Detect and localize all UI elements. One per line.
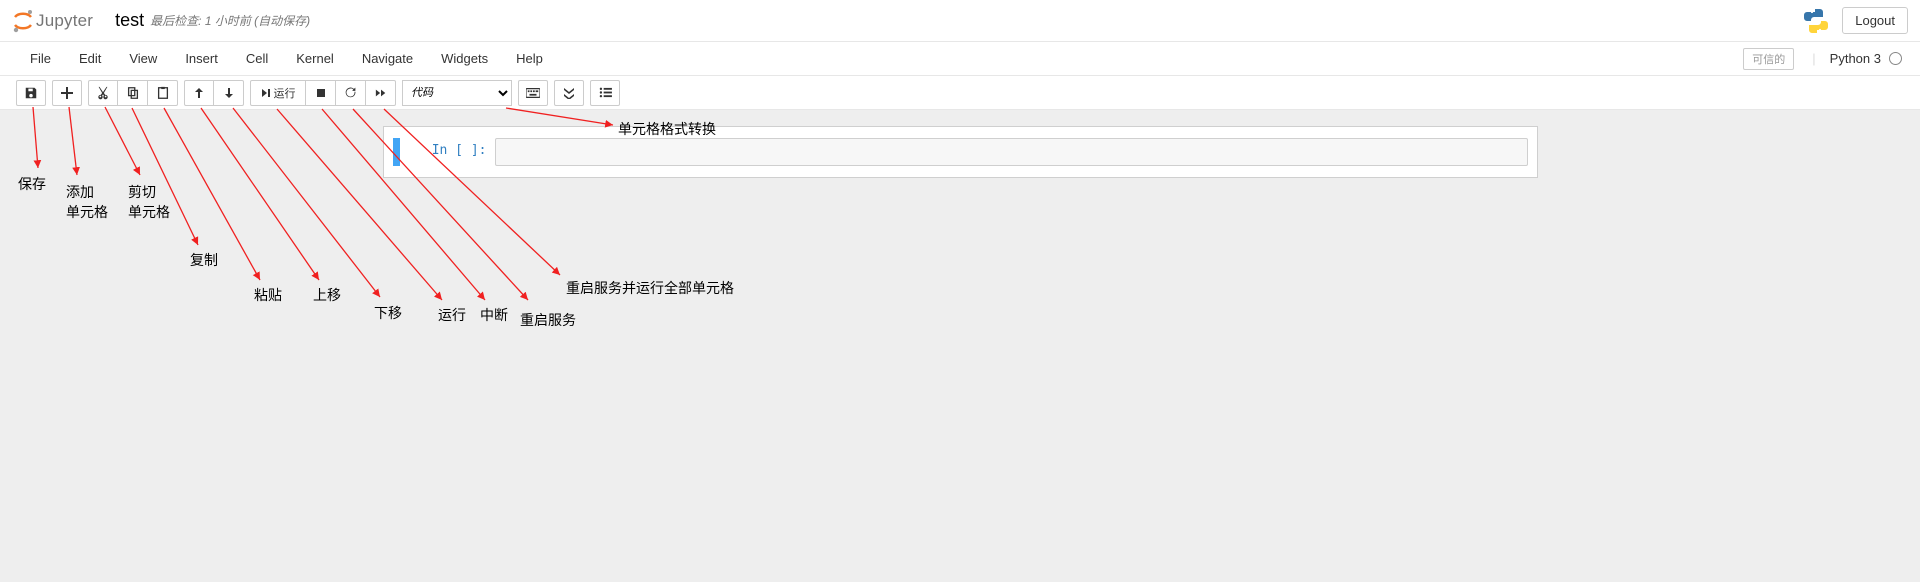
interrupt-button[interactable] xyxy=(306,80,336,106)
save-button[interactable] xyxy=(16,80,46,106)
brand-text: Jupyter xyxy=(36,11,93,31)
menu-navigate[interactable]: Navigate xyxy=(348,45,427,72)
cell-selected-edge xyxy=(393,138,400,166)
arrow-down-icon xyxy=(223,87,235,99)
menu-insert[interactable]: Insert xyxy=(171,45,232,72)
clipboard-icon xyxy=(156,86,170,100)
jupyter-logo[interactable]: Jupyter xyxy=(12,9,93,33)
plus-icon xyxy=(61,87,73,99)
cut-button[interactable] xyxy=(88,80,118,106)
copy-button[interactable] xyxy=(118,80,148,106)
paste-button[interactable] xyxy=(148,80,178,106)
background-fill xyxy=(0,208,1920,582)
command-palette-button[interactable] xyxy=(518,80,548,106)
menu-kernel[interactable]: Kernel xyxy=(282,45,348,72)
menu-edit[interactable]: Edit xyxy=(65,45,115,72)
kernel-name: Python 3 xyxy=(1830,51,1881,66)
menu-file[interactable]: File xyxy=(16,45,65,72)
step-forward-icon xyxy=(261,88,271,98)
double-chevron-down-icon xyxy=(564,87,574,99)
list-icon xyxy=(599,87,612,98)
notebook-title[interactable]: test xyxy=(115,10,144,31)
restart-button[interactable] xyxy=(336,80,366,106)
run-label: 运行 xyxy=(274,85,296,101)
add-cell-button[interactable] xyxy=(52,80,82,106)
fast-forward-icon xyxy=(375,88,387,98)
code-cell[interactable]: In [ ]: xyxy=(392,135,1529,169)
save-icon xyxy=(24,86,38,100)
arrow-up-icon xyxy=(193,87,205,99)
logout-button[interactable]: Logout xyxy=(1842,7,1908,34)
move-down-button[interactable] xyxy=(214,80,244,106)
run-button[interactable]: 运行 xyxy=(250,80,306,106)
trusted-indicator[interactable]: 可信的 xyxy=(1743,48,1794,70)
expand-button[interactable] xyxy=(554,80,584,106)
keyboard-icon xyxy=(526,88,540,98)
input-prompt: In [ ]: xyxy=(400,138,495,166)
menu-view[interactable]: View xyxy=(115,45,171,72)
menu-help[interactable]: Help xyxy=(502,45,557,72)
code-input-area[interactable] xyxy=(495,138,1528,166)
stop-icon xyxy=(316,88,326,98)
jupyter-icon xyxy=(12,9,34,33)
cell-wrapper: In [ ]: xyxy=(383,126,1538,178)
menu-bar: File Edit View Insert Cell Kernel Naviga… xyxy=(0,42,1920,76)
menu-cell[interactable]: Cell xyxy=(232,45,282,72)
python-icon xyxy=(1802,7,1830,35)
restart-run-all-button[interactable] xyxy=(366,80,396,106)
header: Jupyter test 最后检查: 1 小时前 (自动保存) Logout xyxy=(0,0,1920,42)
toolbar: 运行 代码 xyxy=(0,76,1920,110)
scissors-icon xyxy=(96,86,110,100)
refresh-icon xyxy=(344,86,357,99)
menu-widgets[interactable]: Widgets xyxy=(427,45,502,72)
notebook-container: In [ ]: xyxy=(0,110,1920,208)
checkpoint-text: 最后检查: 1 小时前 (自动保存) xyxy=(150,12,310,29)
kernel-idle-icon xyxy=(1889,52,1902,65)
cell-type-select[interactable]: 代码 xyxy=(402,80,512,106)
toc-button[interactable] xyxy=(590,80,620,106)
move-up-button[interactable] xyxy=(184,80,214,106)
kernel-indicator[interactable]: Python 3 xyxy=(1830,51,1902,66)
copy-icon xyxy=(126,86,140,100)
